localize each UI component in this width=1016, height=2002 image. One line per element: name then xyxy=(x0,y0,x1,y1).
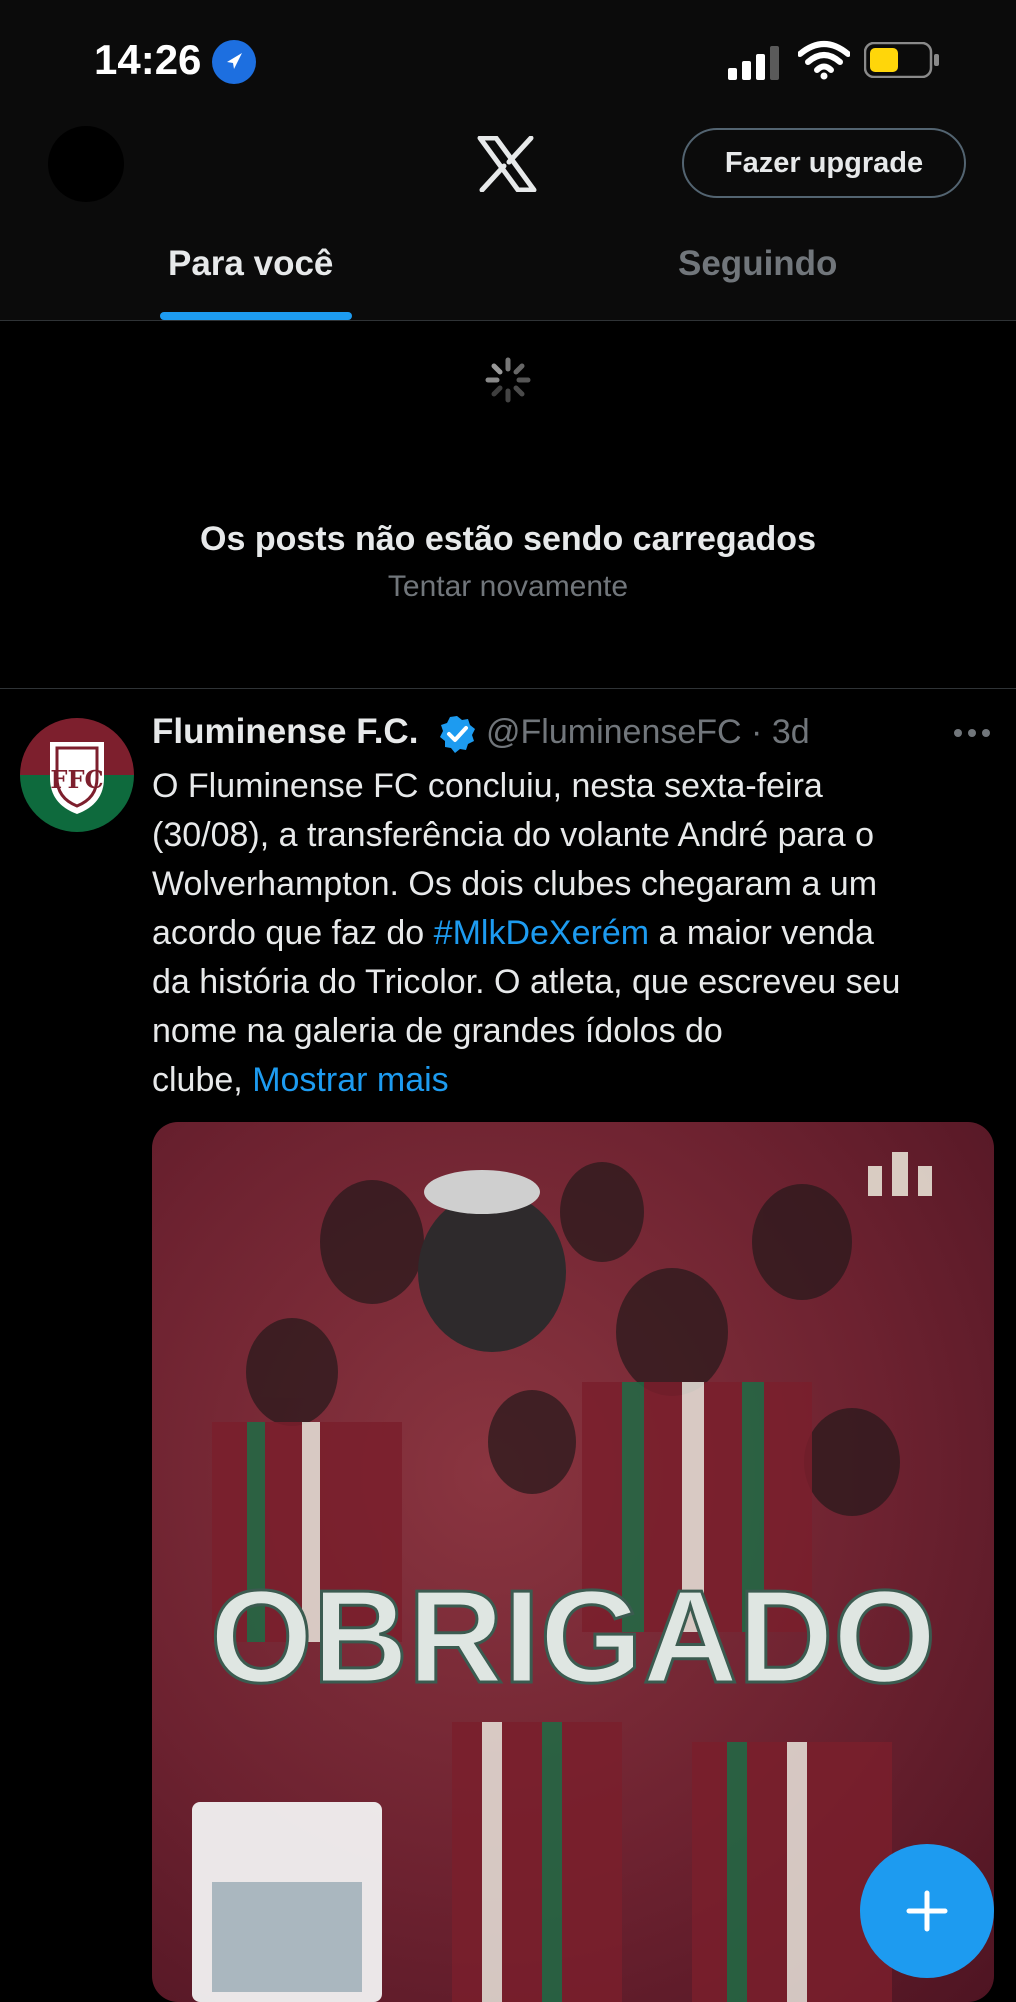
tweet-media-image[interactable]: OBRIGADO xyxy=(152,1122,994,2002)
hashtag-link[interactable]: #MlkDeXerém xyxy=(434,914,649,952)
verified-badge-icon xyxy=(440,716,475,753)
tweet-text: O Fluminense FC concluiu, nesta sexta-fe… xyxy=(152,762,992,1105)
tweet-age[interactable]: 3d xyxy=(772,713,810,751)
media-headline-text: OBRIGADO xyxy=(210,1563,936,1710)
loading-spinner-icon xyxy=(485,357,531,403)
plus-icon xyxy=(906,1890,948,1932)
feed-error-title: Os posts não estão sendo carregados xyxy=(200,520,816,558)
retry-link[interactable]: Tentar novamente xyxy=(0,570,1016,604)
meta-separator: · xyxy=(741,713,772,751)
tweet-author-name[interactable]: Fluminense F.C. xyxy=(152,712,418,752)
tab-for-you[interactable]: Para você xyxy=(168,244,333,284)
location-arrow-icon xyxy=(212,40,256,84)
tab-following[interactable]: Seguindo xyxy=(678,244,837,284)
upgrade-button[interactable]: Fazer upgrade xyxy=(682,128,966,198)
active-tab-indicator xyxy=(160,312,352,320)
x-logo-icon[interactable] xyxy=(476,136,538,192)
wifi-icon xyxy=(798,41,850,80)
media-illustration: OBRIGADO xyxy=(192,1152,938,2002)
tweet-handle-line: @FluminenseFC · 3d xyxy=(486,713,810,752)
svg-text:FFC: FFC xyxy=(50,765,103,794)
show-more-link[interactable]: Mostrar mais xyxy=(252,1061,448,1099)
status-time: 14:26 xyxy=(94,36,202,83)
battery-icon xyxy=(864,42,939,78)
top-header: Fazer upgrade Para você Seguindo xyxy=(0,120,1016,321)
cellular-signal-icon xyxy=(728,46,779,80)
compose-post-button[interactable] xyxy=(860,1844,994,1978)
more-options-icon[interactable] xyxy=(952,726,992,740)
status-bar: 14:26 xyxy=(0,0,1016,120)
divider xyxy=(0,688,1016,689)
tweet-author-avatar[interactable]: FFC xyxy=(20,718,134,832)
tweet-author-handle[interactable]: @FluminenseFC xyxy=(486,713,742,751)
profile-avatar[interactable] xyxy=(48,126,124,202)
